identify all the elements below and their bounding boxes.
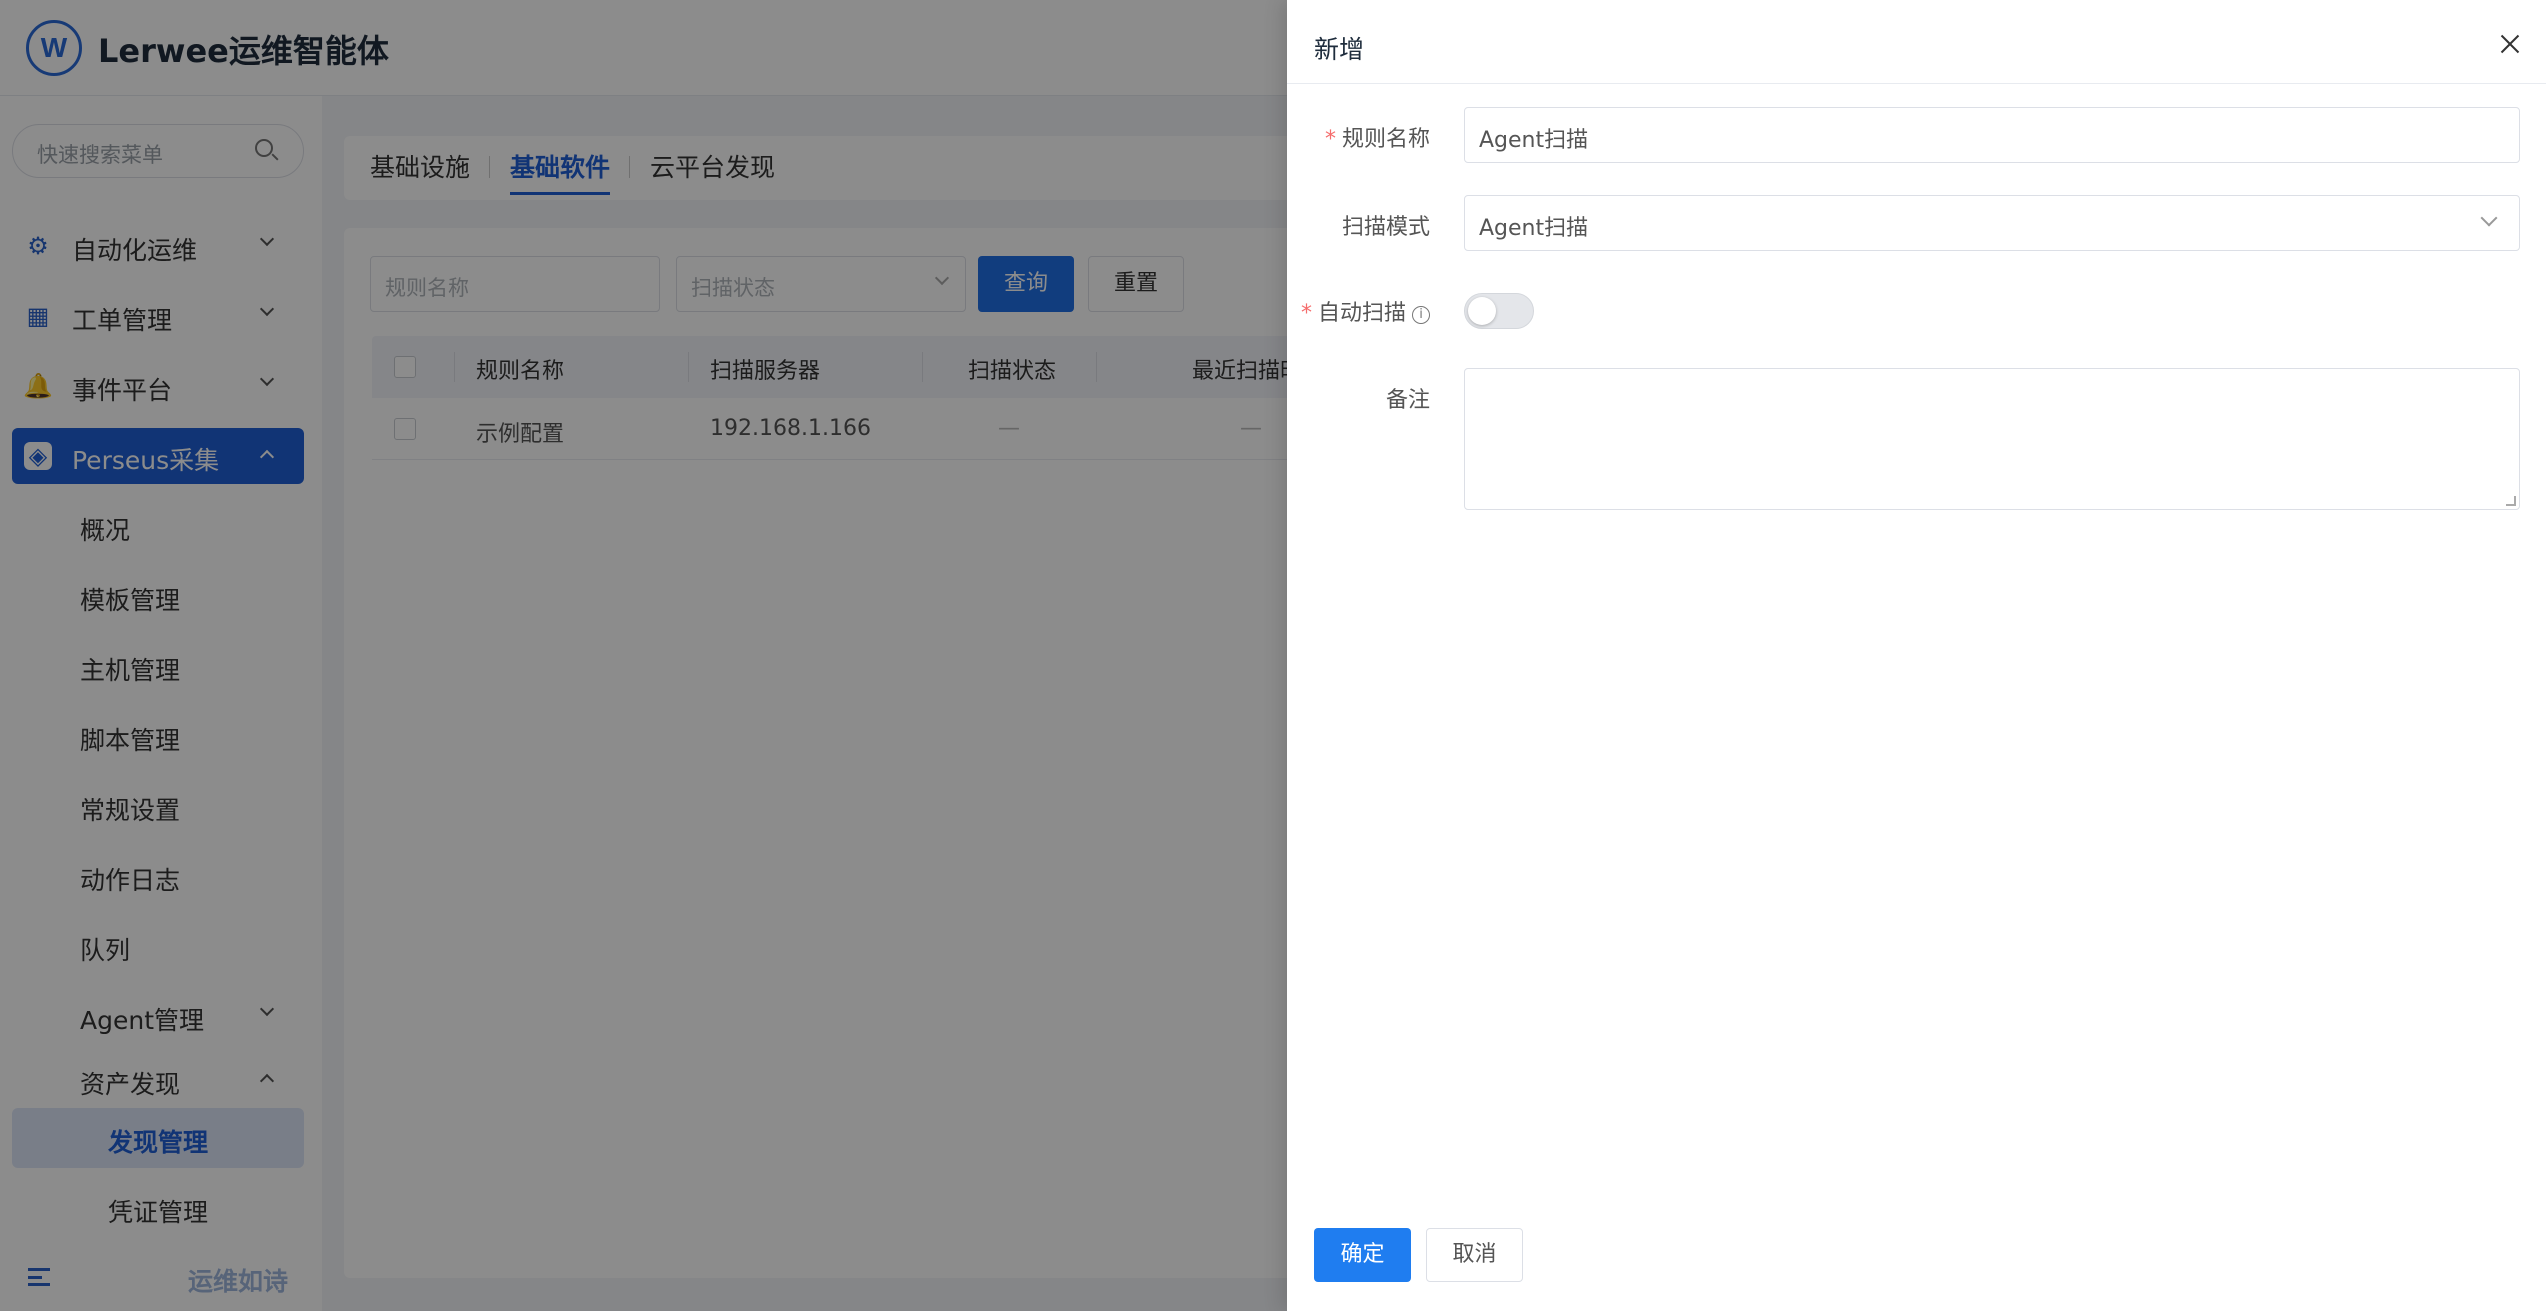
- auto-scan-toggle[interactable]: [1464, 293, 1534, 329]
- info-icon[interactable]: i: [1412, 306, 1430, 324]
- close-icon[interactable]: [2500, 34, 2520, 54]
- required-mark: *: [1324, 127, 1336, 152]
- required-mark: *: [1300, 301, 1312, 326]
- remark-label: 备注: [1385, 388, 1430, 413]
- scan-mode-select[interactable]: Agent扫描: [1464, 195, 2520, 251]
- confirm-button[interactable]: 确定: [1314, 1228, 1411, 1282]
- rule-name-label: * 规则名称: [1325, 121, 1430, 153]
- add-drawer: 新增 * 规则名称 Agent扫描 扫描模式 Agent扫描 * 自动扫描 i 备注 …: [1287, 0, 2546, 1311]
- rule-name-label-text: 规则名称: [1341, 127, 1430, 152]
- cancel-button[interactable]: 取消: [1426, 1228, 1523, 1282]
- remark-textarea[interactable]: [1464, 368, 2520, 510]
- auto-scan-label-text: 自动扫描: [1317, 301, 1406, 326]
- scan-mode-label: 扫描模式: [1341, 215, 1430, 240]
- rule-name-input[interactable]: Agent扫描: [1464, 107, 2520, 163]
- resize-handle-icon[interactable]: [2506, 496, 2516, 506]
- auto-scan-label: * 自动扫描 i: [1301, 295, 1430, 327]
- chevron-down-icon: [2480, 209, 2498, 227]
- scan-mode-value: Agent扫描: [1479, 216, 1589, 241]
- drawer-header: 新增: [1287, 0, 2546, 84]
- rule-name-value: Agent扫描: [1479, 128, 1589, 153]
- drawer-title: 新增: [1314, 35, 1365, 64]
- toggle-knob: [1468, 297, 1496, 325]
